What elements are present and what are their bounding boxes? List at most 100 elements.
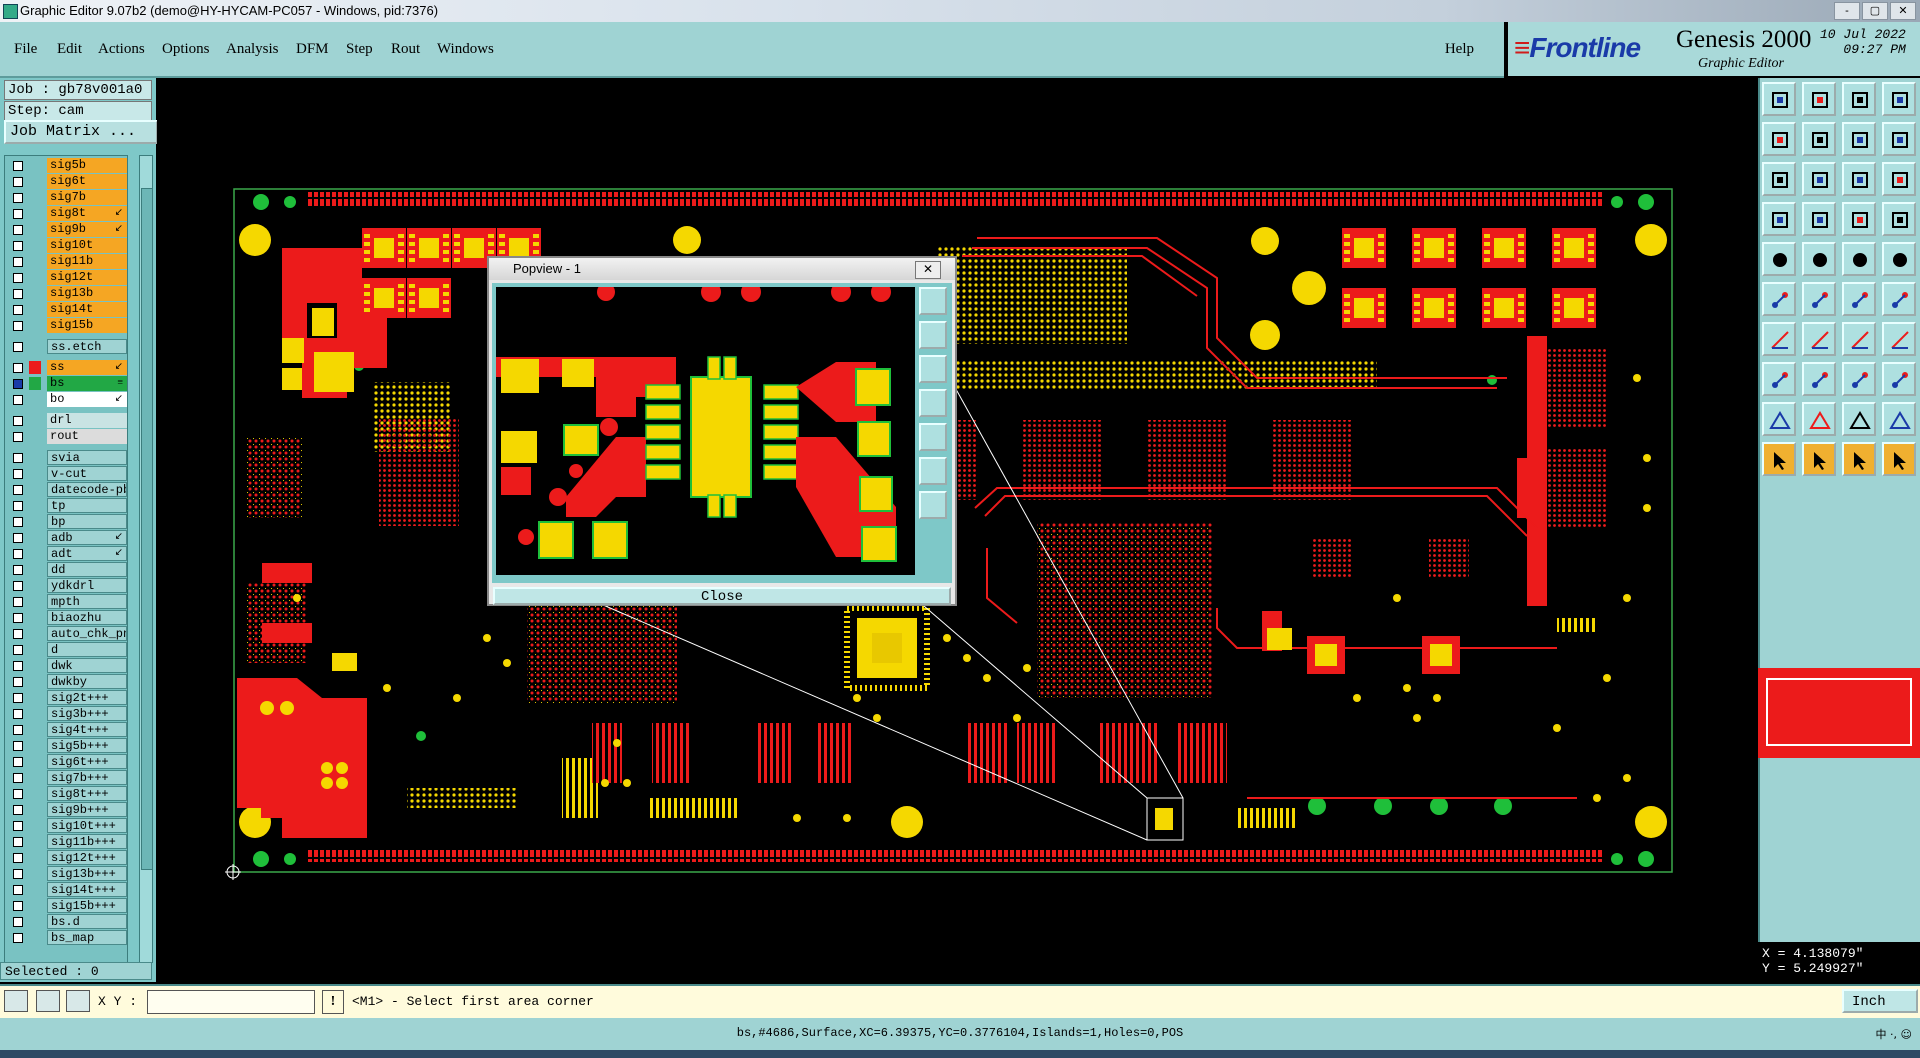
prev-step-icon[interactable] bbox=[1762, 122, 1796, 156]
layer-checkbox[interactable] bbox=[13, 821, 23, 831]
layer-name[interactable]: datecode-pbe bbox=[47, 482, 127, 497]
angle-mode-icon[interactable] bbox=[36, 990, 60, 1012]
xy-input[interactable] bbox=[147, 990, 315, 1014]
layer-row[interactable]: sig10t bbox=[9, 238, 127, 253]
align-icon[interactable] bbox=[1842, 362, 1876, 396]
layer-row[interactable]: biaozhu bbox=[9, 610, 127, 625]
arc-icon[interactable] bbox=[1842, 322, 1876, 356]
layer-checkbox[interactable] bbox=[13, 629, 23, 639]
layer-checkbox[interactable] bbox=[13, 693, 23, 703]
popview-close-button[interactable]: Close bbox=[493, 587, 951, 605]
layer-row[interactable]: sig15b bbox=[9, 318, 127, 333]
popview-right-icon[interactable] bbox=[919, 423, 947, 451]
popview-fit-icon[interactable] bbox=[919, 457, 947, 485]
zoom-fit-icon[interactable] bbox=[1762, 162, 1796, 196]
layer-checkbox[interactable] bbox=[13, 741, 23, 751]
layer-checkbox[interactable] bbox=[13, 342, 23, 352]
layer-row[interactable]: drl bbox=[9, 413, 127, 428]
layer-row[interactable]: dd bbox=[9, 562, 127, 577]
layer-row[interactable]: sig14t bbox=[9, 302, 127, 317]
layer-row[interactable]: sig3b+++ bbox=[9, 706, 127, 721]
filter-icon[interactable] bbox=[1882, 202, 1916, 236]
layer-row[interactable]: sig9b+++ bbox=[9, 802, 127, 817]
layer-checkbox[interactable] bbox=[13, 273, 23, 283]
job-matrix-button[interactable]: Job Matrix ... bbox=[4, 120, 158, 144]
layer-checkbox[interactable] bbox=[13, 379, 23, 389]
layer-checkbox[interactable] bbox=[13, 805, 23, 815]
menu-help[interactable]: Help bbox=[1445, 41, 1474, 58]
pointer-add-icon[interactable] bbox=[1802, 442, 1836, 476]
menu-file[interactable]: File bbox=[14, 41, 37, 58]
layer-checkbox[interactable] bbox=[13, 432, 23, 442]
layer-checkbox[interactable] bbox=[13, 725, 23, 735]
trapezoid-icon[interactable] bbox=[1842, 402, 1876, 436]
layer-name[interactable]: ss.etch bbox=[47, 339, 127, 354]
layer-scrollbar[interactable] bbox=[139, 155, 153, 963]
layer-checkbox[interactable] bbox=[13, 901, 23, 911]
layer-row[interactable]: sig10t+++ bbox=[9, 818, 127, 833]
measure-icon[interactable] bbox=[1762, 202, 1796, 236]
group-icon[interactable] bbox=[1882, 362, 1916, 396]
layer-name[interactable]: bs.d bbox=[47, 914, 127, 929]
layer-row[interactable]: dwk bbox=[9, 658, 127, 673]
scale-1to2-icon[interactable] bbox=[1842, 162, 1876, 196]
close-window-button[interactable]: ✕ bbox=[1890, 2, 1916, 20]
layer-row[interactable]: bs_map bbox=[9, 930, 127, 945]
layer-row[interactable]: bs ≡ bbox=[9, 376, 127, 391]
layer-checkbox[interactable] bbox=[13, 613, 23, 623]
layer-name[interactable]: sig8t+++ bbox=[47, 786, 127, 801]
layer-checkbox[interactable] bbox=[13, 453, 23, 463]
layer-name[interactable]: dwk bbox=[47, 658, 127, 673]
layer-row[interactable]: bo ↙ bbox=[9, 392, 127, 407]
layer-name[interactable]: tp bbox=[47, 498, 127, 513]
layer-name[interactable]: sig10t+++ bbox=[47, 818, 127, 833]
layer-checkbox[interactable] bbox=[13, 469, 23, 479]
layer-name[interactable]: mpth bbox=[47, 594, 127, 609]
layer-row[interactable]: d bbox=[9, 642, 127, 657]
layer-color-swatch[interactable] bbox=[29, 361, 41, 374]
layer-name[interactable]: sig7b+++ bbox=[47, 770, 127, 785]
overview-viewport[interactable] bbox=[1766, 678, 1912, 746]
layer-checkbox[interactable] bbox=[13, 853, 23, 863]
layer-row[interactable]: tp bbox=[9, 498, 127, 513]
layer-name[interactable]: dwkby bbox=[47, 674, 127, 689]
open-icon[interactable] bbox=[1762, 82, 1796, 116]
layer-row[interactable]: auto_chk_pn bbox=[9, 626, 127, 641]
layer-checkbox[interactable] bbox=[13, 363, 23, 373]
layer-row[interactable]: ss.etch bbox=[9, 339, 127, 354]
layer-checkbox[interactable] bbox=[13, 789, 23, 799]
layer-checkbox[interactable] bbox=[13, 837, 23, 847]
layer-name[interactable]: bs_map bbox=[47, 930, 127, 945]
popview-canvas[interactable] bbox=[496, 287, 915, 575]
ruler-icon[interactable] bbox=[1842, 242, 1876, 276]
layer-name[interactable]: sig11b+++ bbox=[47, 834, 127, 849]
layer-checkbox[interactable] bbox=[13, 597, 23, 607]
layer-name[interactable]: d bbox=[47, 642, 127, 657]
layer-name[interactable]: sig14t bbox=[47, 302, 127, 317]
layer-row[interactable]: bp bbox=[9, 514, 127, 529]
triangle-icon[interactable] bbox=[1762, 402, 1796, 436]
pointer-all-icon[interactable] bbox=[1882, 442, 1916, 476]
layer-row[interactable]: sig13b+++ bbox=[9, 866, 127, 881]
layer-row[interactable]: sig15b+++ bbox=[9, 898, 127, 913]
layer-checkbox[interactable] bbox=[13, 193, 23, 203]
layer-checkbox[interactable] bbox=[13, 869, 23, 879]
layer-name[interactable]: sig15b bbox=[47, 318, 127, 333]
layer-checkbox[interactable] bbox=[13, 321, 23, 331]
layer-checkbox[interactable] bbox=[13, 773, 23, 783]
units-selector[interactable]: Inch bbox=[1842, 989, 1918, 1013]
layer-name[interactable]: dd bbox=[47, 562, 127, 577]
layer-checkbox[interactable] bbox=[13, 709, 23, 719]
grid-mode-icon[interactable] bbox=[66, 990, 90, 1012]
menu-rout[interactable]: Rout bbox=[391, 41, 420, 58]
home-icon[interactable] bbox=[1842, 82, 1876, 116]
maximize-button[interactable]: ▢ bbox=[1862, 2, 1888, 20]
layer-name[interactable]: sig12t+++ bbox=[47, 850, 127, 865]
popview-close-x-button[interactable]: ✕ bbox=[915, 261, 941, 279]
node-add-icon[interactable] bbox=[1762, 282, 1796, 316]
layers-icon[interactable] bbox=[1842, 202, 1876, 236]
layer-name[interactable]: sig6t bbox=[47, 174, 127, 189]
menu-windows[interactable]: Windows bbox=[437, 41, 494, 58]
scroll-thumb[interactable] bbox=[141, 188, 153, 870]
layer-row[interactable]: sig7b+++ bbox=[9, 770, 127, 785]
